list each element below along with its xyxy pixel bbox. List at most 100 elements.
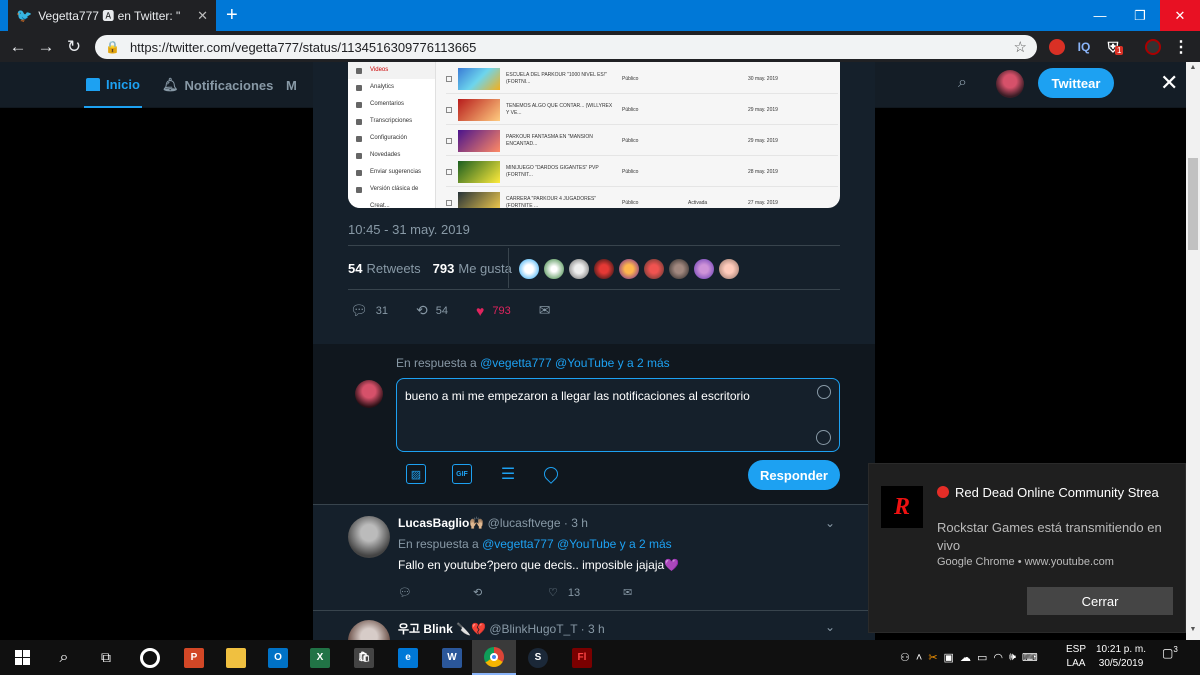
flash-icon[interactable]: Fl [560, 640, 604, 675]
dm-action[interactable]: ✉ [539, 302, 551, 319]
gif-icon[interactable]: GIF [452, 464, 472, 484]
reply-author[interactable]: 우고 Blink 🔪💔 @BlinkHugoT_T · 3 h [398, 620, 605, 637]
extension-red-icon[interactable] [1046, 36, 1068, 58]
tab-close-icon[interactable]: ✕ [197, 8, 208, 24]
retweet-action[interactable]: ⟲ [473, 586, 548, 599]
liker-avatars [518, 258, 740, 280]
clock[interactable]: 10:21 p. m. 30/5/2019 [1096, 643, 1146, 671]
like-action[interactable]: ♥ 793 [476, 303, 511, 319]
image-icon[interactable]: ▨ [406, 464, 426, 484]
reload-icon[interactable]: ↻ [60, 37, 88, 57]
excel-icon[interactable]: X [298, 640, 342, 675]
tray-app-icon[interactable]: ✂ [928, 651, 937, 664]
reply-context-users[interactable]: @vegetta777 @YouTube y a 2 más [482, 537, 672, 551]
liker-avatar[interactable] [718, 258, 740, 280]
emoji-icon[interactable] [817, 385, 831, 399]
wifi-icon[interactable]: ◠ [993, 651, 1003, 664]
dm-action[interactable]: ✉ [623, 586, 698, 599]
battery-icon[interactable]: ▭ [977, 651, 987, 664]
location-icon[interactable] [541, 464, 561, 484]
desktop-notification[interactable]: R Red Dead Online Community Stream: Head… [868, 463, 1186, 633]
start-button[interactable] [0, 640, 44, 675]
liker-avatar[interactable] [593, 258, 615, 280]
menu-kebab-icon[interactable]: ⋮ [1170, 36, 1192, 58]
modal-close-icon[interactable]: ✕ [1160, 72, 1178, 94]
nav-messages[interactable]: M [286, 62, 297, 108]
search-icon[interactable]: ⌕ [958, 74, 967, 92]
store-icon[interactable]: 🛍︎ [342, 640, 386, 675]
word-icon[interactable]: W [430, 640, 474, 675]
like-action[interactable]: ♡ 13 [548, 586, 623, 600]
chevron-down-icon[interactable]: ⌄ [825, 516, 835, 530]
scroll-down-icon[interactable]: ▼ [1186, 626, 1200, 633]
liker-avatar[interactable] [643, 258, 665, 280]
back-arrow-icon[interactable]: ← [4, 37, 32, 57]
nav-home[interactable]: Inicio [84, 62, 142, 108]
notification-dismiss-button[interactable]: Cerrar [1027, 587, 1173, 615]
reply-textarea[interactable]: bueno a mi me empezaron a llegar las not… [396, 378, 840, 452]
volume-icon[interactable]: 🕪︎ [1009, 651, 1016, 664]
scroll-up-icon[interactable]: ▲ [1186, 64, 1200, 71]
notification-source: Google Chrome • www.youtube.com [937, 556, 1114, 568]
scrollbar-thumb[interactable] [1188, 158, 1198, 250]
steam-icon[interactable]: S [516, 640, 560, 675]
reply-context-users[interactable]: @vegetta777 @YouTube y a 2 más [480, 356, 670, 370]
tab-title: Vegetta777 🅰 en Twitter: " [38, 9, 181, 23]
reply-actions: 💬︎ ⟲ ♡ 13 ✉ [398, 586, 698, 600]
keyboard-icon[interactable]: ⌨ [1022, 651, 1038, 664]
chevron-down-icon[interactable]: ⌄ [825, 620, 835, 634]
onedrive-icon[interactable]: ☁ [960, 651, 971, 664]
bookmark-star-icon[interactable]: ☆ [1014, 38, 1027, 56]
nav-notifications[interactable]: 🔔︎ Notificaciones [162, 62, 273, 108]
outlook-icon[interactable]: O [256, 640, 300, 675]
minimize-button[interactable]: — [1080, 0, 1120, 31]
liker-avatar[interactable] [518, 258, 540, 280]
restore-button[interactable]: ❐ [1120, 0, 1160, 31]
retweets-count[interactable]: 54 [348, 261, 362, 276]
new-tab-button[interactable]: + [226, 4, 238, 26]
likes-count[interactable]: 793 [433, 261, 455, 276]
tweet-image[interactable]: Videos Analytics Comentarios Transcripci… [348, 62, 840, 208]
people-icon[interactable]: ⚇ [900, 651, 910, 664]
composer-tools: ▨ GIF ☰ [406, 464, 561, 484]
liker-avatar[interactable] [543, 258, 565, 280]
retweet-action[interactable]: ⟲ 54 [416, 302, 448, 319]
tray-app-icon[interactable]: ▣ [944, 651, 954, 664]
task-view-icon[interactable]: ⧉ [84, 640, 128, 675]
up-chevron-icon[interactable]: ˄ [916, 652, 922, 664]
liker-avatar[interactable] [568, 258, 590, 280]
reply-avatar[interactable] [348, 620, 390, 640]
chrome-icon[interactable] [472, 640, 516, 675]
window-close-button[interactable]: ✕ [1160, 0, 1200, 31]
reply-author[interactable]: LucasBaglio🙌🏼 @lucasftvege · 3 h [398, 516, 588, 530]
extension-badge: 1 [1115, 46, 1124, 55]
file-explorer-icon[interactable] [214, 640, 258, 675]
video-date: 27 may. 2019 [748, 199, 778, 206]
extension-iq-icon[interactable]: IQ [1073, 36, 1095, 58]
edge-icon[interactable]: e [386, 640, 430, 675]
reply-action[interactable]: 💬︎ 31 [350, 302, 388, 319]
reply-submit-button[interactable]: Responder [748, 460, 840, 490]
powerpoint-icon[interactable]: P [172, 640, 216, 675]
tweet-timestamp[interactable]: 10:45 - 31 may. 2019 [348, 222, 470, 237]
liker-avatar[interactable] [693, 258, 715, 280]
extension-dark-icon[interactable] [1142, 36, 1164, 58]
video-row: MINIJUEGO "DARDOS GIGANTES" PVP (FORTNIT… [446, 157, 838, 187]
action-center-icon[interactable]: ▢3 [1162, 645, 1178, 660]
liker-avatar[interactable] [668, 258, 690, 280]
poll-icon[interactable]: ☰ [498, 464, 518, 484]
video-visibility: Público [622, 137, 639, 144]
language-indicator[interactable]: ESP LAA [1066, 643, 1086, 671]
tweet-button[interactable]: Twittear [1038, 68, 1114, 98]
profile-avatar[interactable] [996, 70, 1024, 98]
forward-arrow-icon[interactable]: → [32, 37, 60, 57]
search-taskbar-icon[interactable]: ⌕ [42, 640, 86, 675]
reply-action[interactable]: 💬︎ [398, 586, 473, 599]
media-app-icon[interactable] [128, 640, 172, 675]
divider [313, 610, 875, 611]
liker-avatar[interactable] [618, 258, 640, 280]
address-bar[interactable]: 🔒 https://twitter.com/vegetta777/status/… [95, 35, 1037, 59]
reply-avatar[interactable] [348, 516, 390, 558]
page-scrollbar[interactable] [1186, 62, 1200, 640]
browser-tab[interactable]: 🐦 Vegetta777 🅰 en Twitter: " ✕ [8, 0, 216, 31]
